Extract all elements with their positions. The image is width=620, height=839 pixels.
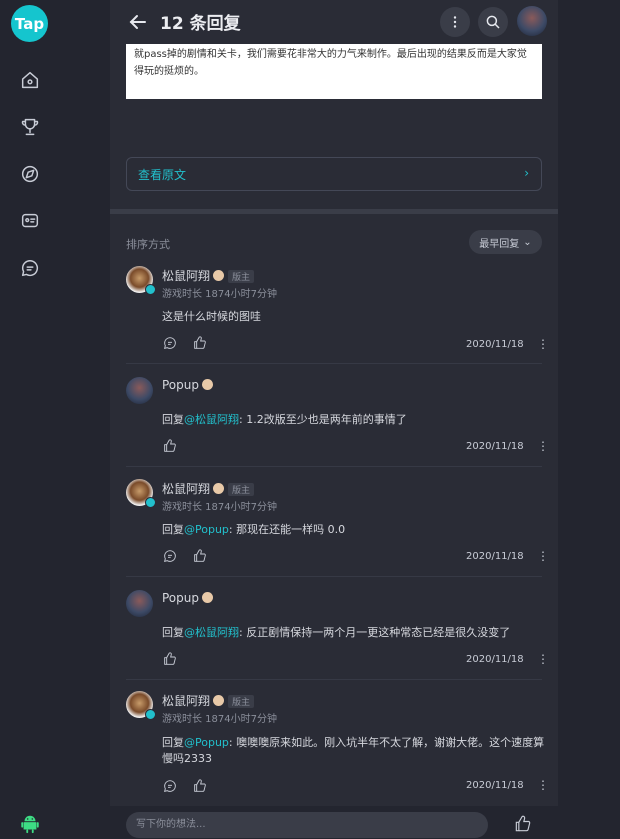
playtime: 游戏时长 1874小时7分钟 [162,289,277,300]
reply-actions [162,778,222,794]
more-icon[interactable]: ⋮ [537,337,549,351]
like-icon[interactable] [192,335,208,351]
reply-actions [162,335,222,351]
reply-author[interactable]: 松鼠阿翔 版主 [162,692,255,709]
level-badge-icon [213,695,225,706]
mention-link[interactable]: @Popup [184,736,229,749]
header-bar: 12 条回复 [110,0,558,44]
more-options-button[interactable] [440,7,470,37]
reply-author[interactable]: Popup [162,591,213,605]
view-original-button[interactable]: 查看原文 › [126,157,542,191]
reply-text: 回复@松鼠阿翔: 1.2改版至少也是两年前的事情了 [162,413,407,426]
messages-icon[interactable] [19,257,41,279]
moderator-tag: 版主 [228,695,255,708]
game-library-icon[interactable] [19,210,41,232]
like-icon[interactable] [162,651,178,667]
moderator-tag: 版主 [228,270,255,283]
reply-separator [126,679,542,680]
view-original-label: 查看原文 [138,168,187,182]
reply-actions [162,438,192,454]
chevron-down-icon: ⌄ [523,236,532,248]
android-icon[interactable] [19,813,41,835]
reply-input[interactable]: 写下你的想法... [126,812,488,838]
sort-label: 排序方式 [126,238,170,251]
section-divider [110,209,558,214]
author-name[interactable]: 松鼠阿翔 [162,482,210,496]
quoted-post-image: 就pass掉的剧情和关卡，我们需要花非常大的力气来制作。最后出现的结果反而是大家… [126,44,542,99]
more-icon[interactable]: ⋮ [537,778,549,792]
more-icon[interactable]: ⋮ [537,652,549,666]
reply-date: 2020/11/18 [466,551,524,562]
level-badge-icon [202,379,213,390]
tap-logo[interactable]: Tap [11,5,48,42]
author-name[interactable]: 松鼠阿翔 [162,694,210,708]
reply-separator [126,576,542,577]
left-sidebar: Tap [0,0,110,838]
avatar[interactable] [126,590,153,617]
mention-link[interactable]: @松鼠阿翔 [184,626,239,639]
back-arrow-icon[interactable] [126,10,150,34]
author-name[interactable]: Popup [162,378,199,392]
reply-author[interactable]: 松鼠阿翔 版主 [162,267,255,284]
reply-actions [162,651,192,667]
home-icon[interactable] [19,69,41,91]
reply-text: 这是什么时候的图哇 [162,310,261,323]
moderator-tag: 版主 [228,483,255,496]
level-badge-icon [213,270,225,281]
author-name[interactable]: Popup [162,591,199,605]
trophy-icon[interactable] [19,116,41,138]
level-badge-icon [213,483,225,494]
sort-dropdown[interactable]: 最早回复 ⌄ [469,230,542,254]
like-icon[interactable] [192,778,208,794]
reply-text: 回复@松鼠阿翔: 反正剧情保持一两个月一更这种常态已经是很久没变了 [162,626,511,639]
like-post-icon[interactable] [513,814,533,834]
comment-icon[interactable] [162,548,178,564]
like-icon[interactable] [192,548,208,564]
comment-icon[interactable] [162,778,178,794]
user-avatar[interactable] [517,6,547,36]
right-gutter [558,0,620,838]
playtime: 游戏时长 1874小时7分钟 [162,502,277,513]
verified-badge-icon [145,284,156,295]
reply-separator [126,363,542,364]
level-badge-icon [202,592,213,603]
page-title: 12 条回复 [160,14,241,34]
reply-author[interactable]: Popup [162,378,213,392]
vertical-dots-icon [453,16,457,28]
comment-icon[interactable] [162,335,178,351]
mention-link[interactable]: @Popup [184,523,229,536]
more-icon[interactable]: ⋮ [537,439,549,453]
author-name[interactable]: 松鼠阿翔 [162,269,210,283]
reply-date: 2020/11/18 [466,654,524,665]
search-icon [486,15,500,29]
sort-value: 最早回复 [479,238,520,250]
chevron-right-icon: › [524,166,529,180]
reply-actions [162,548,222,564]
mention-link[interactable]: @松鼠阿翔 [184,413,239,426]
playtime: 游戏时长 1874小时7分钟 [162,714,277,725]
reply-separator [126,466,542,467]
reply-date: 2020/11/18 [466,441,524,452]
more-icon[interactable]: ⋮ [537,549,549,563]
reply-date: 2020/11/18 [466,339,524,350]
reply-date: 2020/11/18 [466,780,524,791]
discover-icon[interactable] [19,163,41,185]
like-icon[interactable] [162,438,178,454]
reply-text: 回复@Popup: 那现在还能一样吗 0.0 [162,523,346,536]
search-button[interactable] [478,7,508,37]
verified-badge-icon [145,709,156,720]
verified-badge-icon [145,497,156,508]
reply-author[interactable]: 松鼠阿翔 版主 [162,480,255,497]
reply-text: 回复@Popup: 噢噢噢原来如此。刚入坑半年不太了解，谢谢大佬。这个速度算慢吗… [162,736,545,765]
avatar[interactable] [126,377,153,404]
